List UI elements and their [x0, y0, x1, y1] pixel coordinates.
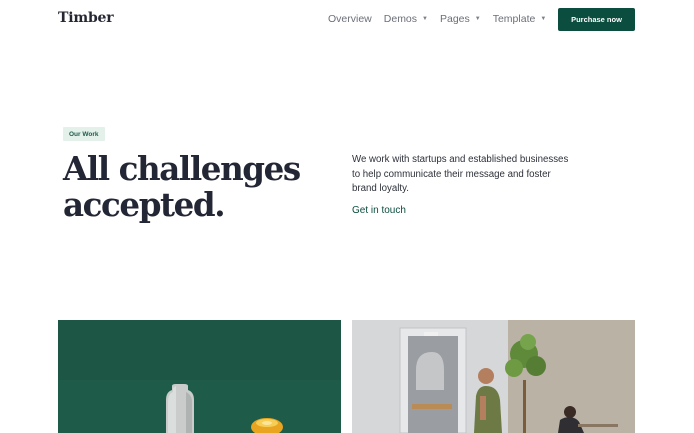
chevron-down-icon: ▼	[422, 16, 428, 22]
nav-item-overview[interactable]: Overview	[328, 13, 372, 25]
get-in-touch-link[interactable]: Get in touch	[352, 205, 406, 216]
nav-item-label: Pages	[439, 13, 470, 25]
portfolio-card-office[interactable]	[352, 320, 635, 433]
main-nav: Overview Demos ▼ Pages ▼ Template ▼	[328, 13, 546, 25]
nav-item-label: Overview	[328, 13, 372, 25]
nav-item-label: Demos	[383, 13, 418, 25]
purchase-button[interactable]: Purchase now	[558, 8, 635, 31]
portfolio-card-products[interactable]	[58, 320, 341, 433]
nav-item-template[interactable]: Template ▼	[493, 13, 547, 25]
title-line: accepted.	[63, 185, 226, 224]
nav-item-pages[interactable]: Pages ▼	[440, 13, 481, 25]
page-title: All challenges accepted.	[63, 149, 301, 224]
section-badge: Our Work	[63, 127, 105, 141]
product-photo-image	[58, 320, 341, 433]
brand-logo[interactable]: Timber	[58, 10, 114, 26]
chevron-down-icon: ▼	[540, 16, 547, 22]
title-line: All challenges	[63, 149, 301, 188]
hero-description: We work with startups and established bu…	[352, 154, 569, 194]
chevron-down-icon: ▼	[474, 16, 481, 22]
office-photo-image	[352, 320, 635, 433]
nav-item-label: Template	[492, 13, 536, 25]
nav-item-demos[interactable]: Demos ▼	[384, 13, 428, 25]
